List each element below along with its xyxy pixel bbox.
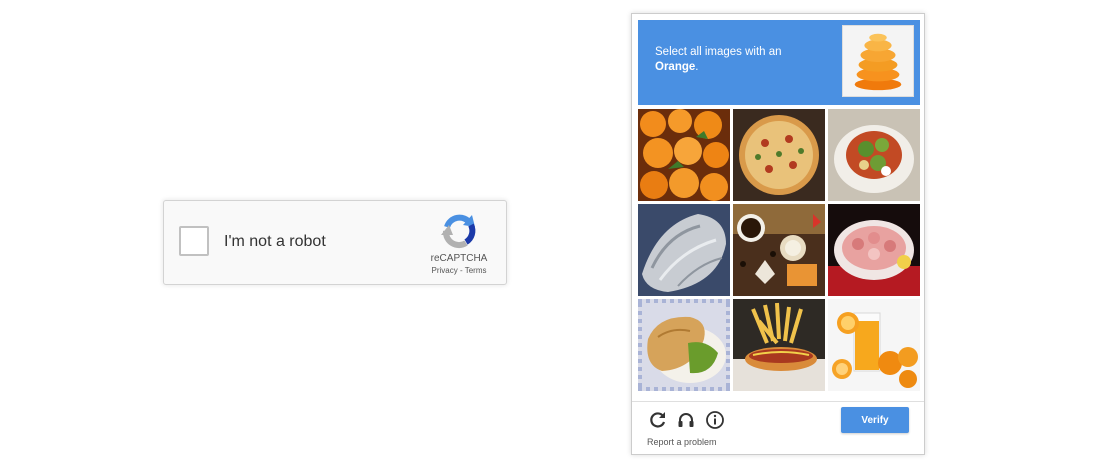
report-problem-link[interactable]: Report a problem: [647, 437, 717, 447]
orange-juice-image[interactable]: [828, 299, 920, 391]
sandwich-image[interactable]: [638, 299, 730, 391]
recaptcha-logo-icon: [439, 211, 479, 251]
info-icon[interactable]: [705, 410, 725, 430]
challenge-controls: [648, 410, 729, 430]
instruction-suffix: .: [695, 61, 699, 73]
terms-link[interactable]: Terms: [465, 266, 487, 275]
challenge-banner: Select all images with an Orange.: [638, 20, 920, 105]
checkbox-label: I'm not a robot: [224, 233, 326, 250]
headphones-icon[interactable]: [676, 410, 696, 430]
cookies-and-coffee-image[interactable]: [733, 204, 825, 296]
image-grid: [638, 109, 920, 391]
instruction-prefix: Select all images with an: [655, 46, 782, 58]
mandarin-oranges-image[interactable]: [638, 109, 730, 201]
recaptcha-brand-name: reCAPTCHA: [430, 253, 488, 264]
salad-plate-image[interactable]: [828, 109, 920, 201]
hot-dog-and-fries-image[interactable]: [733, 299, 825, 391]
verify-button[interactable]: Verify: [841, 407, 909, 433]
not-a-robot-checkbox[interactable]: [179, 226, 209, 256]
privacy-link[interactable]: Privacy: [432, 266, 458, 275]
foil-wrapped-food-image[interactable]: [638, 204, 730, 296]
orange-slices-image: [842, 25, 914, 97]
recaptcha-widget: I'm not a robot reCAPTCHA Privacy - Term…: [163, 200, 507, 285]
legal-links: Privacy - Terms: [424, 266, 494, 275]
instruction-target-word: Orange: [655, 61, 696, 73]
legal-separator: -: [457, 266, 465, 275]
challenge-instruction: Select all images with an Orange.: [655, 45, 782, 75]
recaptcha-branding: reCAPTCHA Privacy - Terms: [424, 211, 494, 275]
reload-icon[interactable]: [648, 410, 668, 430]
pizza-image[interactable]: [733, 109, 825, 201]
footer-divider: [632, 401, 924, 402]
shrimp-platter-image[interactable]: [828, 204, 920, 296]
image-challenge-popup: Select all images with an Orange. Report…: [631, 13, 925, 455]
